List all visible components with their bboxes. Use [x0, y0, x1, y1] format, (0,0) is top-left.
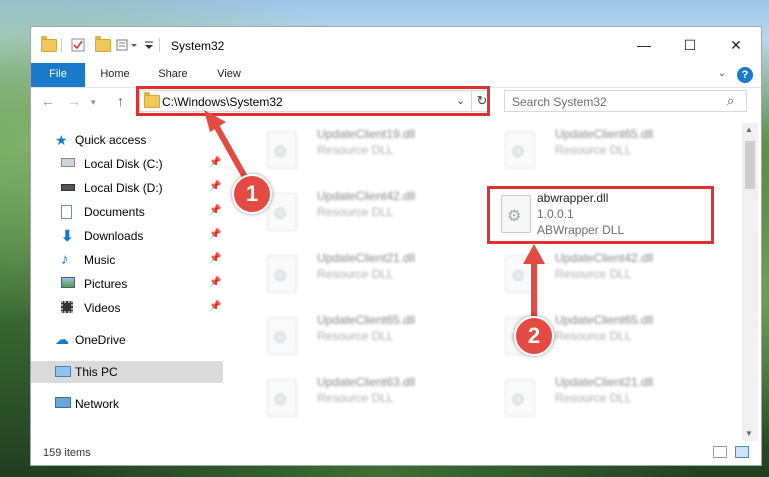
annotation-arrows: [204, 110, 545, 325]
arrow-1-head: [204, 110, 226, 132]
step-1-badge: 1: [232, 174, 272, 214]
arrow-2-head: [523, 244, 545, 264]
step-2-badge: 2: [514, 316, 554, 356]
